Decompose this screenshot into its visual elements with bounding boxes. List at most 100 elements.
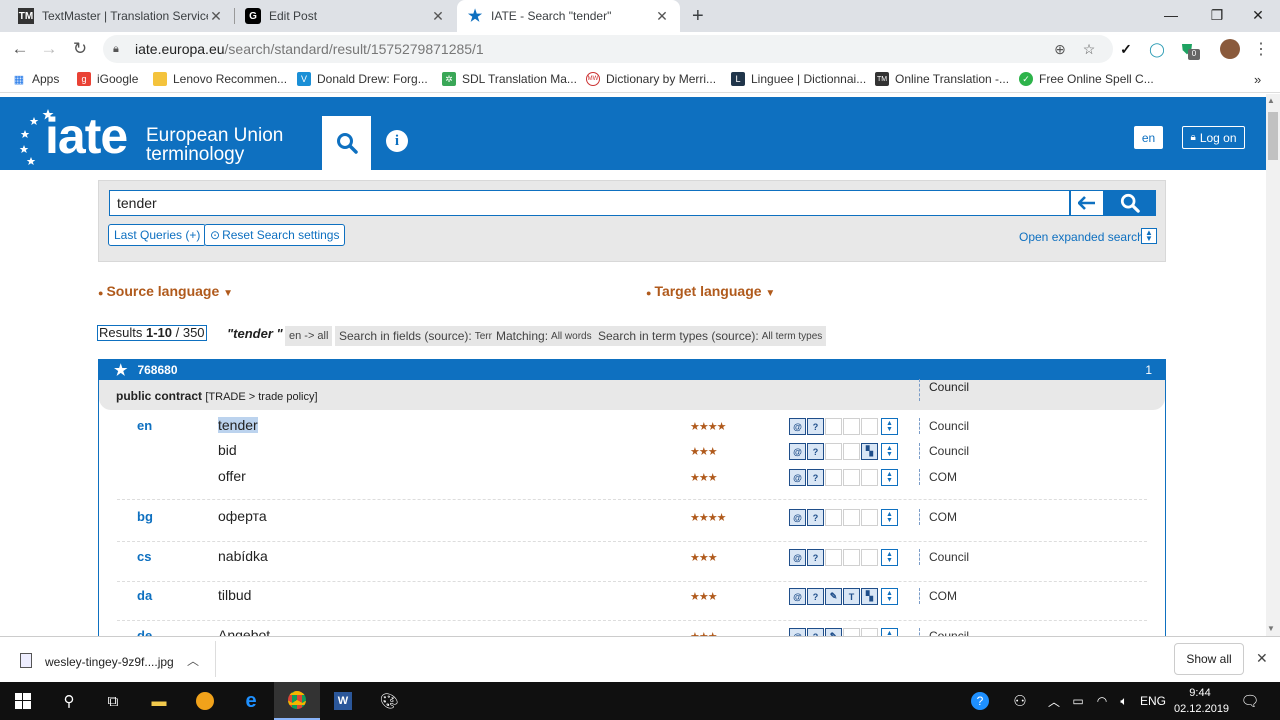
forward-icon[interactable]: → (37, 37, 61, 61)
results-count[interactable]: Results 1-10 / 350 (97, 325, 207, 341)
edit-icon[interactable]: ✎ (825, 588, 842, 605)
updown-icon[interactable]: ▲▼ (881, 588, 898, 605)
bookmark-merriam[interactable]: MW Dictionary by Merri... (586, 71, 716, 87)
term-text[interactable]: nabídka (218, 548, 268, 564)
windows-start-icon[interactable] (0, 682, 46, 720)
language-code[interactable]: en (137, 418, 152, 433)
circle-extension-icon[interactable]: ◯ (1148, 40, 1166, 58)
restore-icon[interactable]: ❐ (1194, 0, 1240, 30)
bookmark-spell-check[interactable]: ✓ Free Online Spell C... (1019, 71, 1154, 87)
more-bookmarks-icon[interactable]: » (1254, 71, 1261, 87)
at-icon[interactable]: @ (789, 509, 806, 526)
scrollbar[interactable] (1266, 94, 1280, 636)
term-text[interactable]: оферта (218, 508, 267, 524)
updown-icon[interactable]: ▲▼ (881, 549, 898, 566)
term-text[interactable]: tender (218, 417, 258, 433)
app-icon[interactable] (182, 682, 228, 720)
edit-icon[interactable]: ✎ (825, 628, 842, 636)
at-icon[interactable]: @ (789, 469, 806, 486)
image-icon[interactable]: ▚ (861, 588, 878, 605)
bookmark-sdl[interactable]: ✲ SDL Translation Ma... (442, 71, 577, 87)
help-icon[interactable]: ? (807, 588, 824, 605)
scroll-up-icon[interactable]: ▲ (1267, 96, 1275, 105)
close-icon[interactable]: ✕ (654, 8, 670, 25)
close-icon[interactable]: ✕ (1256, 650, 1268, 667)
language-code[interactable]: de (137, 628, 152, 636)
term-text[interactable]: Angebot (218, 627, 270, 636)
avatar[interactable] (1220, 39, 1240, 59)
volume-icon[interactable]: 🔈︎ (1112, 682, 1136, 720)
bookmark-lenovo[interactable]: Lenovo Recommen... (153, 71, 287, 87)
address-bar[interactable]: 🔒︎ iate.europa.eu/search/standard/result… (103, 35, 1113, 63)
at-icon[interactable]: @ (789, 588, 806, 605)
tab-edit-post[interactable]: G Edit Post ✕ (235, 0, 456, 32)
info-button[interactable]: i (386, 130, 408, 152)
language-code[interactable]: bg (137, 509, 153, 524)
image-icon[interactable]: ▚ (861, 443, 878, 460)
bookmark-apps[interactable]: ▦ Apps (12, 71, 60, 87)
log-on-button[interactable]: 🔒︎ Log on (1182, 126, 1245, 149)
source-language-dropdown[interactable]: ● Source language ▼ (98, 283, 233, 299)
language-code[interactable]: da (137, 588, 152, 603)
new-tab-button[interactable]: + (688, 0, 716, 32)
bookmark-igoogle[interactable]: g iGoogle (77, 71, 138, 87)
iate-logo[interactable]: iate (45, 107, 128, 165)
close-icon[interactable]: ✕ (208, 8, 224, 25)
term-text[interactable]: tilbud (218, 587, 251, 603)
close-icon[interactable]: ✕ (430, 8, 446, 25)
search-icon[interactable]: ⚲ (46, 682, 92, 720)
search-input[interactable]: tender (109, 190, 1070, 216)
bookmark-donald-drew[interactable]: V Donald Drew: Forg... (297, 71, 428, 87)
search-tab[interactable] (322, 116, 371, 170)
search-button[interactable] (1104, 190, 1156, 216)
scroll-down-icon[interactable]: ▼ (1267, 624, 1275, 633)
wifi-icon[interactable]: ◠ (1090, 682, 1114, 720)
help-icon[interactable]: ? (807, 443, 824, 460)
reload-icon[interactable]: ↻ (68, 37, 92, 61)
updown-icon[interactable]: ▲▼ (881, 469, 898, 486)
edge-icon[interactable]: e (228, 682, 274, 720)
notifications-icon[interactable]: 🗨︎ (1230, 682, 1270, 720)
scrollbar-thumb[interactable] (1268, 112, 1278, 160)
file-explorer-icon[interactable]: ▬ (136, 682, 182, 720)
minimize-icon[interactable]: — (1148, 0, 1194, 30)
input-language[interactable]: ENG (1136, 682, 1170, 720)
bookmark-star-icon[interactable]: ☆ (1080, 40, 1098, 58)
expand-icon[interactable]: ▲ ▼ (1141, 228, 1157, 244)
chevron-up-icon[interactable]: ︿ (1040, 682, 1068, 720)
at-icon[interactable]: @ (789, 443, 806, 460)
clock[interactable]: 9:44 02.12.2019 (1174, 685, 1229, 717)
expanded-search-link[interactable]: Open expanded search (1019, 230, 1144, 244)
help-icon[interactable]: ? (807, 549, 824, 566)
entry-id[interactable]: 768680 (137, 363, 177, 377)
reset-search-button[interactable]: ⊙ Reset Search settings (204, 224, 346, 246)
back-icon[interactable]: ← (8, 37, 32, 61)
tab-textmaster[interactable]: TM TextMaster | Translation Service | ✕ (8, 0, 234, 32)
term-text[interactable]: bid (218, 442, 237, 458)
person-icon[interactable]: ⚇ (1000, 682, 1040, 720)
at-icon[interactable]: @ (789, 628, 806, 636)
help-icon[interactable]: ? (960, 682, 1000, 720)
tab-iate[interactable]: ★ IATE - Search "tender" ✕ (457, 0, 680, 32)
menu-icon[interactable]: ⋮ (1252, 40, 1270, 58)
show-all-button[interactable]: Show all (1174, 643, 1244, 675)
paint-icon[interactable]: 🎨︎ (366, 682, 412, 720)
at-icon[interactable]: @ (789, 549, 806, 566)
last-queries-button[interactable]: Last Queries (+) (108, 224, 207, 246)
updown-icon[interactable]: ▲▼ (881, 509, 898, 526)
star-icon[interactable]: ★ (114, 361, 127, 379)
help-icon[interactable]: ? (807, 628, 824, 636)
at-icon[interactable]: @ (789, 418, 806, 435)
download-file-name[interactable]: wesley-tingey-9z9f....jpg (45, 655, 174, 669)
add-icon[interactable]: ⊕ (1051, 40, 1069, 58)
interface-language-button[interactable]: en (1134, 126, 1163, 149)
updown-icon[interactable]: ▲▼ (881, 443, 898, 460)
entry-header[interactable]: ★ 768680 1 (99, 360, 1166, 380)
target-language-dropdown[interactable]: ● Target language ▼ (646, 283, 775, 299)
chevron-up-icon[interactable]: ︿ (187, 652, 199, 669)
bookmark-online-translation[interactable]: TM Online Translation -... (875, 71, 1009, 87)
help-icon[interactable]: ? (807, 418, 824, 435)
close-window-icon[interactable]: ✕ (1235, 0, 1280, 30)
term-icon[interactable]: T (843, 588, 860, 605)
battery-icon[interactable]: ▭ (1066, 682, 1090, 720)
